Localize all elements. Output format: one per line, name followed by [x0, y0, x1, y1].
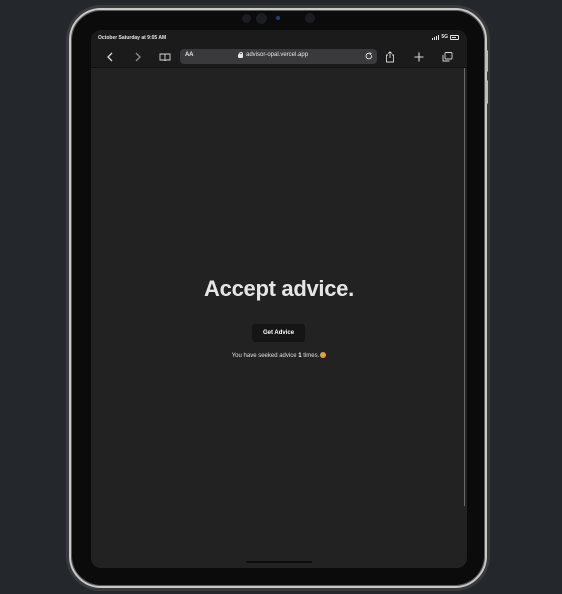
- volume-up-button: [485, 50, 488, 72]
- network-label: 5G: [441, 34, 448, 40]
- counter-value: 1: [298, 353, 302, 359]
- face-emoji-icon: [320, 352, 327, 358]
- get-advice-button[interactable]: Get Advice: [252, 324, 305, 342]
- url-text: advisor-opal.vercel.app: [246, 52, 309, 58]
- reload-icon[interactable]: [365, 50, 373, 62]
- status-time: October Saturday at 9:05 AM: [98, 35, 167, 41]
- volume-down-button: [485, 80, 488, 104]
- camera-lens: [256, 13, 267, 24]
- sensor-dot: [305, 13, 315, 23]
- chevron-left-icon[interactable]: [103, 50, 117, 64]
- plus-icon[interactable]: [412, 50, 426, 64]
- browser-toolbar: AA advisor-opal.vercel.app: [91, 46, 467, 68]
- page-title: Accept advice.: [204, 276, 354, 301]
- battery-icon: [450, 34, 459, 40]
- status-indicators: 5G: [432, 34, 459, 40]
- chevron-right-icon[interactable]: [131, 50, 145, 64]
- page-content: Accept advice. Get Advice You have seeke…: [91, 68, 467, 568]
- home-indicator[interactable]: [246, 561, 312, 563]
- text-size-button[interactable]: AA: [185, 52, 193, 58]
- book-icon[interactable]: [158, 50, 172, 64]
- sensor-dot: [242, 14, 251, 23]
- signal-icon: [432, 34, 440, 40]
- counter-suffix: times.: [303, 353, 320, 359]
- camera-indicator: [276, 16, 280, 20]
- status-bar: October Saturday at 9:05 AM 5G: [91, 30, 467, 46]
- lock-icon: [238, 52, 243, 58]
- counter-prefix: You have seeked advice: [231, 353, 297, 359]
- address-bar[interactable]: AA advisor-opal.vercel.app: [180, 49, 377, 64]
- tabs-icon[interactable]: [440, 50, 454, 64]
- share-icon[interactable]: [383, 50, 397, 64]
- advice-counter: You have seeked advice 1 times.: [91, 352, 467, 359]
- url-display: advisor-opal.vercel.app: [238, 52, 308, 58]
- screen: October Saturday at 9:05 AM 5G AA adviso…: [91, 30, 467, 568]
